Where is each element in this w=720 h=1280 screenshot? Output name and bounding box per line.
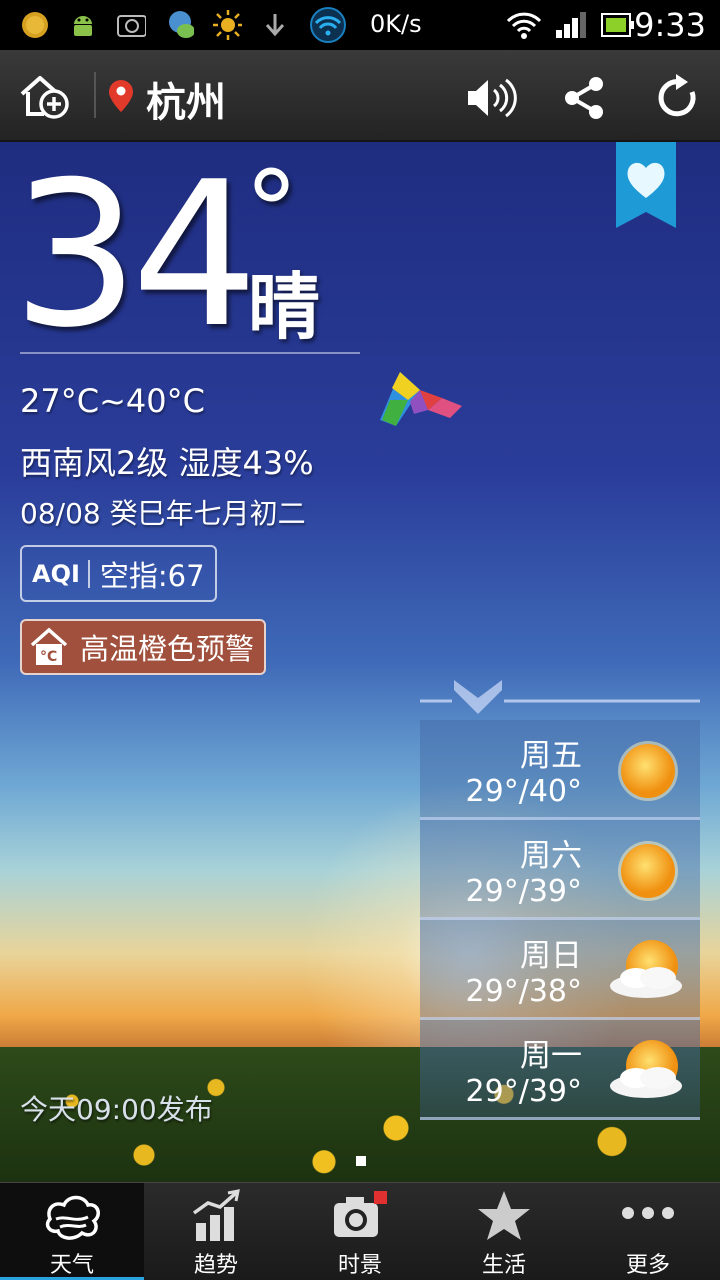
- star-icon: [478, 1191, 530, 1240]
- nav-tab-more[interactable]: 更多: [576, 1183, 720, 1280]
- add-city-icon: [20, 76, 69, 119]
- chat-icon: [164, 10, 194, 40]
- heat-alert-badge[interactable]: °C 高温橙色预警: [20, 619, 267, 675]
- forecast-list: 周五 29°/40° 周六 29°/39° 周日 29°/38° 周一 29°/…: [420, 720, 700, 1120]
- more-dots-icon: [622, 1207, 674, 1219]
- temperature-range: 27°C~40°C: [20, 382, 205, 420]
- forecast-temp: 29°/39°: [465, 1074, 582, 1109]
- screenshot-icon: [116, 10, 146, 40]
- nav-tab-scenery[interactable]: 时景: [288, 1183, 432, 1280]
- wifi-app-icon: [308, 7, 348, 43]
- status-bar: 0K/s 9:33: [0, 0, 720, 50]
- partly-cloudy-icon: [610, 940, 682, 998]
- weather-cloud-icon: [45, 1195, 100, 1240]
- sound-button[interactable]: [462, 74, 518, 126]
- wifi-signal-icon: [506, 10, 542, 40]
- favorite-bookmark-icon[interactable]: [616, 142, 676, 228]
- download-icon: [260, 10, 290, 40]
- kite-decoration-icon: [380, 372, 462, 426]
- nav-label: 更多: [625, 1253, 670, 1278]
- sunny-icon: [618, 841, 678, 901]
- battery-icon: [600, 10, 636, 40]
- wind-humidity: 西南风2级 湿度43%: [20, 444, 314, 482]
- nav-label: 趋势: [193, 1253, 238, 1278]
- toolbar: 杭州: [0, 50, 720, 142]
- cell-signal-icon: [554, 10, 590, 40]
- publish-time: 今天09:00发布: [20, 1093, 213, 1126]
- sunny-icon: [618, 741, 678, 801]
- toolbar-divider: [94, 72, 96, 118]
- forecast-temp: 29°/40°: [465, 774, 582, 809]
- aqi-value: 空指:67: [99, 558, 205, 593]
- forecast-day: 周六: [520, 838, 582, 874]
- forecast-temp: 29°/38°: [465, 974, 582, 1009]
- forecast-day: 周日: [520, 938, 582, 974]
- forecast-row[interactable]: 周一 29°/39°: [420, 1020, 700, 1120]
- network-speed: 0K/s: [370, 10, 422, 38]
- camera-icon: [334, 1191, 387, 1237]
- brightness-icon: [212, 10, 242, 40]
- trend-chart-icon: [192, 1189, 240, 1241]
- forecast-collapse-toggle[interactable]: [420, 676, 700, 720]
- current-temperature: 34: [12, 142, 258, 372]
- aqi-badge[interactable]: AQI 空指:67: [20, 545, 217, 602]
- aqi-label: AQI: [32, 559, 90, 588]
- divider: [20, 352, 360, 354]
- refresh-icon: [658, 74, 696, 117]
- nav-tab-trend[interactable]: 趋势: [144, 1183, 288, 1280]
- heat-alert-icon: °C: [30, 627, 68, 665]
- nav-label: 时景: [337, 1253, 382, 1278]
- android-icon: [68, 10, 98, 40]
- location-pin-icon: [106, 78, 136, 118]
- sun-app-icon: [20, 10, 50, 40]
- sound-icon: [468, 78, 517, 118]
- forecast-day: 周一: [520, 1038, 582, 1074]
- share-button[interactable]: [560, 74, 608, 126]
- city-name[interactable]: 杭州: [146, 70, 226, 128]
- page-indicator: [356, 1156, 366, 1166]
- add-city-button[interactable]: [18, 70, 74, 122]
- date-lunar: 08/08 癸巳年七月初二: [20, 497, 306, 530]
- nav-label: 生活: [481, 1253, 526, 1278]
- alert-text: 高温橙色预警: [80, 632, 255, 666]
- share-icon: [565, 77, 603, 119]
- weather-condition: 晴: [248, 265, 321, 349]
- nav-tab-weather[interactable]: 天气: [0, 1183, 144, 1280]
- refresh-button[interactable]: [654, 72, 702, 126]
- forecast-row[interactable]: 周五 29°/40°: [420, 720, 700, 820]
- forecast-day: 周五: [520, 738, 582, 774]
- nav-label: 天气: [49, 1253, 94, 1278]
- partly-cloudy-icon: [610, 1040, 682, 1098]
- nav-tab-life[interactable]: 生活: [432, 1183, 576, 1280]
- weather-main-panel[interactable]: 34 ° 晴 27°C~40°C 西南风2级 湿度43% 08/08 癸巳年七月…: [0, 142, 720, 1182]
- bottom-nav: 天气 趋势 时景 生活 更多: [0, 1182, 720, 1280]
- forecast-row[interactable]: 周日 29°/38°: [420, 920, 700, 1020]
- forecast-row[interactable]: 周六 29°/39°: [420, 820, 700, 920]
- clock: 9:33: [634, 6, 706, 44]
- forecast-temp: 29°/39°: [465, 874, 582, 909]
- svg-text:°C: °C: [40, 649, 57, 665]
